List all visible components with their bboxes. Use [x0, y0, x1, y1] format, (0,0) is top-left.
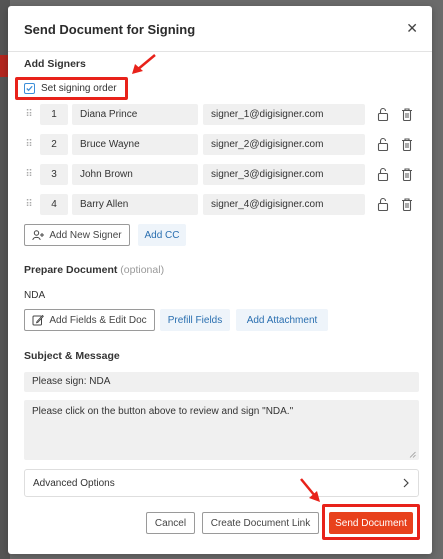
signer-name-field[interactable]: Diana Prince	[72, 104, 198, 125]
trash-icon[interactable]	[401, 197, 413, 212]
optional-label: (optional)	[120, 264, 165, 276]
signer-email-field[interactable]: signer_1@digisigner.com	[203, 104, 365, 125]
resize-handle-icon[interactable]	[409, 451, 416, 458]
lock-icon[interactable]	[377, 137, 389, 152]
highlight-box	[15, 77, 128, 100]
signer-order-field[interactable]: 2	[40, 134, 68, 155]
background-accent	[0, 55, 8, 77]
signer-row: ⠿ 3 John Brown signer_3@digisigner.com	[24, 164, 424, 186]
trash-icon[interactable]	[401, 107, 413, 122]
signer-row: ⠿ 1 Diana Prince signer_1@digisigner.com	[24, 104, 424, 126]
cancel-button[interactable]: Cancel	[146, 512, 195, 534]
prepare-document-heading: Prepare Document (optional)	[24, 264, 164, 276]
add-new-signer-label: Add New Signer	[49, 229, 122, 241]
subject-message-heading: Subject & Message	[24, 350, 120, 362]
trash-icon[interactable]	[401, 137, 413, 152]
message-textarea[interactable]: Please click on the button above to revi…	[24, 400, 419, 460]
drag-handle-icon[interactable]: ⠿	[24, 108, 34, 122]
add-signers-heading: Add Signers	[24, 58, 86, 70]
annotation-arrow-icon	[132, 54, 156, 74]
signer-email-field[interactable]: signer_2@digisigner.com	[203, 134, 365, 155]
drag-handle-icon[interactable]: ⠿	[24, 168, 34, 182]
signer-name-field[interactable]: Bruce Wayne	[72, 134, 198, 155]
drag-handle-icon[interactable]: ⠿	[24, 138, 34, 152]
trash-icon[interactable]	[401, 167, 413, 182]
advanced-options-toggle[interactable]: Advanced Options	[24, 469, 419, 497]
add-user-icon	[32, 229, 45, 240]
add-cc-button[interactable]: Add CC	[138, 224, 186, 246]
drag-handle-icon[interactable]: ⠿	[24, 198, 34, 212]
signer-order-field[interactable]: 3	[40, 164, 68, 185]
add-new-signer-button[interactable]: Add New Signer	[24, 224, 130, 246]
signer-row: ⠿ 4 Barry Allen signer_4@digisigner.com	[24, 194, 424, 216]
lock-icon[interactable]	[377, 107, 389, 122]
signer-row: ⠿ 2 Bruce Wayne signer_2@digisigner.com	[24, 134, 424, 156]
chevron-right-icon	[403, 478, 409, 488]
add-attachment-button[interactable]: Add Attachment	[236, 309, 328, 331]
signer-email-field[interactable]: signer_3@digisigner.com	[203, 164, 365, 185]
add-fields-edit-doc-button[interactable]: Add Fields & Edit Doc	[24, 309, 155, 331]
signer-email-field[interactable]: signer_4@digisigner.com	[203, 194, 365, 215]
edit-icon	[32, 314, 45, 326]
signer-name-field[interactable]: Barry Allen	[72, 194, 198, 215]
modal-title: Send Document for Signing	[24, 22, 196, 37]
annotation-arrow-icon	[300, 478, 320, 502]
highlight-box	[322, 504, 420, 540]
close-icon[interactable]: ✕	[406, 20, 418, 37]
advanced-options-label: Advanced Options	[33, 478, 115, 489]
document-name: NDA	[24, 290, 46, 301]
prefill-fields-button[interactable]: Prefill Fields	[160, 309, 230, 331]
subject-input[interactable]: Please sign: NDA	[24, 372, 419, 392]
add-fields-label: Add Fields & Edit Doc	[49, 314, 147, 326]
signer-order-field[interactable]: 4	[40, 194, 68, 215]
prepare-document-title: Prepare Document	[24, 264, 118, 276]
signer-order-field[interactable]: 1	[40, 104, 68, 125]
create-document-link-button[interactable]: Create Document Link	[202, 512, 319, 534]
message-text: Please click on the button above to revi…	[32, 406, 294, 417]
lock-icon[interactable]	[377, 197, 389, 212]
signer-name-field[interactable]: John Brown	[72, 164, 198, 185]
modal-header: Send Document for Signing ✕	[8, 6, 432, 52]
lock-icon[interactable]	[377, 167, 389, 182]
